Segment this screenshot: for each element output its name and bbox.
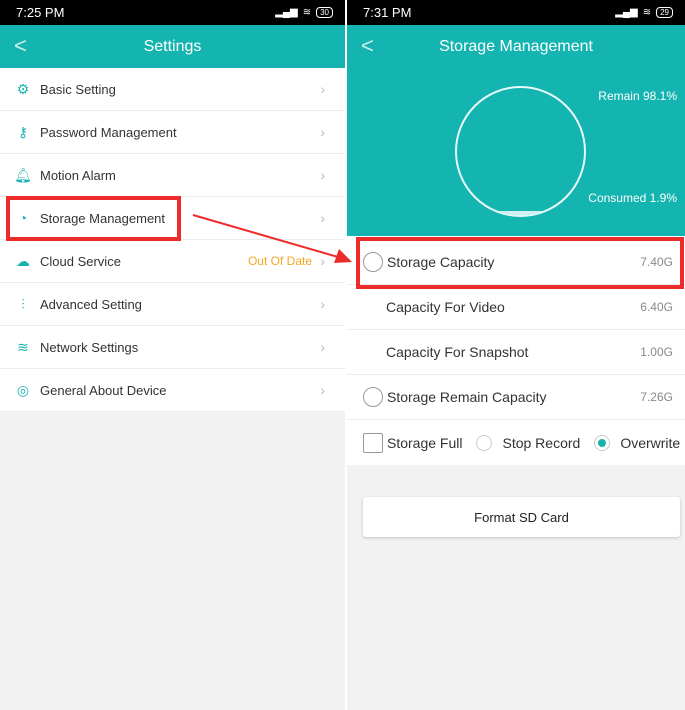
annotation-arrow bbox=[192, 214, 352, 263]
